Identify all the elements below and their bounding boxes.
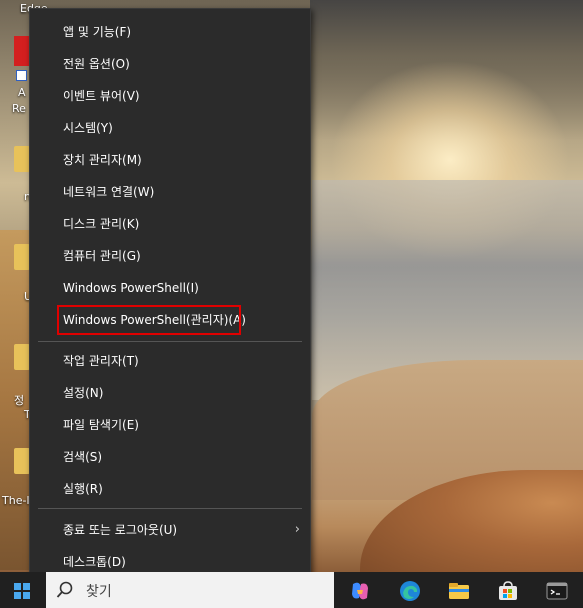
folder-icon[interactable] xyxy=(14,448,30,474)
menu-item-apps-features[interactable]: 앱 및 기능(F) xyxy=(30,18,310,46)
edge-icon xyxy=(400,581,420,601)
start-button[interactable] xyxy=(0,572,46,608)
menu-item-device-manager[interactable]: 장치 관리자(M) xyxy=(30,146,310,174)
desktop-icon-label-folder-4[interactable]: The-I xyxy=(2,494,30,507)
chevron-right-icon: › xyxy=(294,522,300,537)
menu-item-computer-management[interactable]: 컴퓨터 관리(G) xyxy=(30,242,310,270)
menu-separator xyxy=(38,508,302,509)
windows-logo-icon xyxy=(14,583,30,599)
highlight-box xyxy=(57,305,241,335)
taskbar-search-box[interactable]: 찾기 xyxy=(46,572,334,608)
taskbar-app-edge[interactable] xyxy=(388,572,432,608)
search-icon xyxy=(56,581,73,598)
desktop-icon-label-acrobat-2[interactable]: Re xyxy=(12,102,26,115)
menu-item-shutdown-label: 종료 또는 로그아웃(U) xyxy=(63,523,178,537)
taskbar-app-copilot[interactable] xyxy=(338,572,382,608)
taskbar-app-terminal[interactable] xyxy=(535,572,579,608)
copilot-icon xyxy=(352,582,368,600)
taskbar-app-file-explorer[interactable] xyxy=(437,572,481,608)
menu-item-event-viewer[interactable]: 이벤트 뷰어(V) xyxy=(30,82,310,110)
menu-item-run[interactable]: 실행(R) xyxy=(30,475,310,503)
taskbar-app-store[interactable] xyxy=(486,572,530,608)
menu-item-shutdown-signout[interactable]: 종료 또는 로그아웃(U) › xyxy=(30,516,310,544)
acrobat-icon[interactable] xyxy=(14,36,30,66)
taskbar: 찾기 xyxy=(0,572,583,608)
winx-context-menu: 앱 및 기능(F) 전원 옵션(O) 이벤트 뷰어(V) 시스템(Y) 장치 관… xyxy=(29,8,311,584)
menu-item-task-manager[interactable]: 작업 관리자(T) xyxy=(30,347,310,375)
terminal-icon xyxy=(546,582,568,600)
desktop-icon-label-acrobat[interactable]: A xyxy=(18,86,26,99)
file-explorer-icon xyxy=(449,583,469,599)
menu-item-search[interactable]: 검색(S) xyxy=(30,443,310,471)
menu-item-file-explorer[interactable]: 파일 탐색기(E) xyxy=(30,411,310,439)
menu-item-settings[interactable]: 설정(N) xyxy=(30,379,310,407)
menu-item-system[interactable]: 시스템(Y) xyxy=(30,114,310,142)
folder-icon[interactable] xyxy=(14,146,30,172)
microsoft-store-icon xyxy=(499,581,517,600)
menu-item-powershell[interactable]: Windows PowerShell(I) xyxy=(30,274,310,302)
folder-icon[interactable] xyxy=(14,344,30,370)
search-placeholder: 찾기 xyxy=(86,584,112,600)
menu-item-power-options[interactable]: 전원 옵션(O) xyxy=(30,50,310,78)
folder-icon[interactable] xyxy=(14,244,30,270)
menu-item-disk-management[interactable]: 디스크 관리(K) xyxy=(30,210,310,238)
desktop-icon-label-folder-3[interactable]: 정 xyxy=(14,392,24,408)
menu-item-network-connections[interactable]: 네트워크 연결(W) xyxy=(30,178,310,206)
menu-separator xyxy=(38,341,302,342)
shortcut-arrow-icon xyxy=(16,70,27,81)
